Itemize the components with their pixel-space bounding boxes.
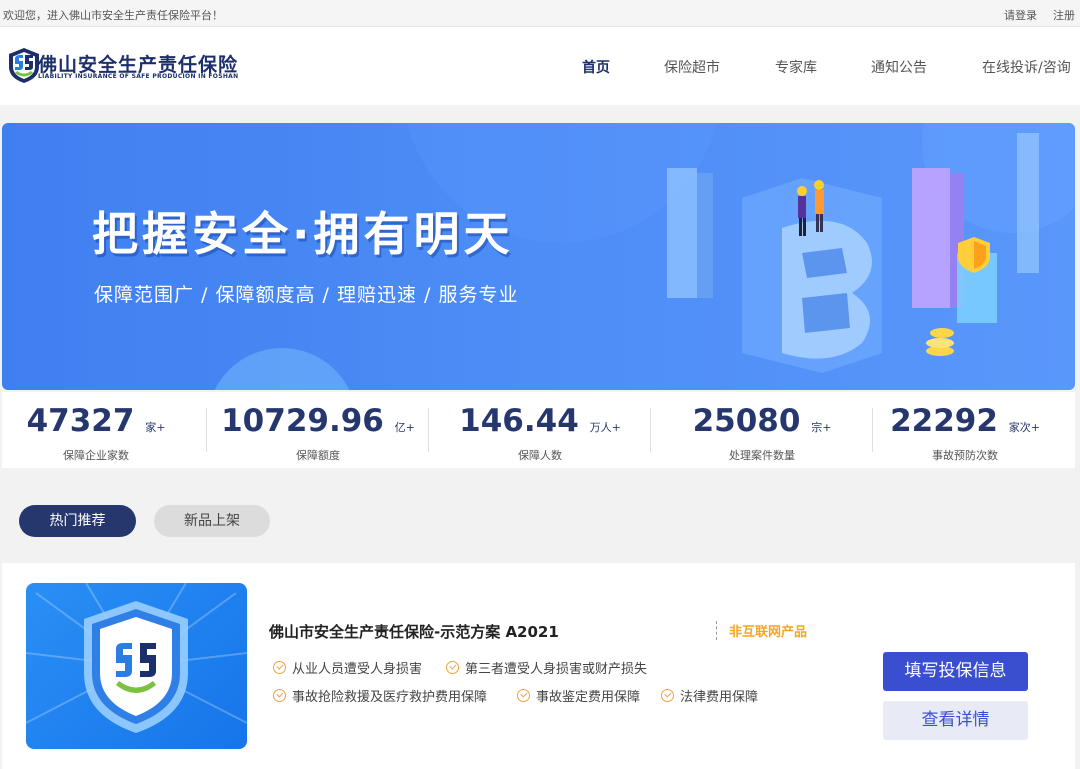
register-link[interactable]: 注册: [1053, 7, 1075, 23]
stat-unit: 万人+: [589, 421, 621, 434]
check-circle-icon: [661, 689, 674, 702]
stat-label: 处理案件数量: [729, 449, 795, 462]
stat-value: 10729.96: [221, 403, 384, 439]
tab-new-products[interactable]: 新品上架: [154, 505, 270, 537]
stat-divider: [206, 408, 207, 452]
nav-home[interactable]: 首页: [582, 57, 610, 77]
stat-unit: 亿+: [394, 421, 415, 434]
stat-unit: 家次+: [1008, 421, 1040, 434]
header: 佛山安全生产责任保险 LIABILITY INSURANCE OF SAFE P…: [0, 27, 1080, 105]
stat-label: 保障企业家数: [63, 449, 129, 462]
banner-subtitle: 保障范围广 / 保障额度高 / 理赔迅速 / 服务专业: [94, 284, 519, 306]
stat-divider: [428, 408, 429, 452]
stat-insured-people: 146.44 万人+ 保障人数: [430, 392, 650, 468]
nav-expert-library[interactable]: 专家库: [775, 57, 817, 77]
feature-item: 第三者遭受人身损害或财产损失: [446, 658, 647, 677]
feature-label: 法律费用保障: [680, 690, 759, 705]
shield-badge-icon: [26, 583, 247, 733]
product-type-tag: 非互联网产品: [716, 621, 807, 640]
check-circle-icon: [517, 689, 530, 702]
nav-insurance-market[interactable]: 保险超市: [664, 57, 720, 77]
welcome-text: 欢迎您，进入佛山市安全生产责任保险平台！: [3, 9, 223, 22]
stat-unit: 宗+: [811, 421, 832, 434]
product-image[interactable]: [26, 583, 247, 749]
nav-complaint-consult[interactable]: 在线投诉/咨询: [982, 57, 1071, 77]
stat-unit: 家+: [145, 421, 166, 434]
check-circle-icon: [273, 661, 286, 674]
stat-label: 事故预防次数: [932, 449, 998, 462]
stat-coverage-amount: 10729.96 亿+ 保障额度: [208, 392, 428, 468]
brand-name-english: LIABILITY INSURANCE OF SAFE PRODUCION IN…: [38, 73, 239, 80]
stat-value: 146.44: [459, 403, 579, 439]
feature-item: 事故鉴定费用保障: [517, 686, 640, 705]
top-bar: 欢迎您，进入佛山市安全生产责任保险平台！ 请登录 注册: [0, 0, 1080, 27]
stat-label: 保障额度: [296, 449, 340, 462]
feature-label: 事故抢险救援及医疗救护费用保障: [292, 690, 488, 705]
stat-value: 47327: [26, 403, 135, 439]
stat-cases-handled: 25080 宗+ 处理案件数量: [652, 392, 872, 468]
view-details-button[interactable]: 查看详情: [883, 701, 1028, 740]
tab-hot-recommend[interactable]: 热门推荐: [19, 505, 136, 537]
hero-banner[interactable]: 把握安全·拥有明天 保障范围广 / 保障额度高 / 理赔迅速 / 服务专业: [2, 123, 1075, 390]
check-circle-icon: [446, 661, 459, 674]
feature-item: 从业人员遭受人身损害: [273, 658, 422, 677]
product-card[interactable]: 佛山市安全生产责任保险-示范方案 A2021 非互联网产品 从业人员遭受人身损害…: [2, 563, 1075, 769]
feature-label: 事故鉴定费用保障: [536, 690, 641, 705]
check-circle-icon: [273, 689, 286, 702]
fill-insurance-info-button[interactable]: 填写投保信息: [883, 652, 1028, 691]
feature-item: 事故抢险救援及医疗救护费用保障: [273, 686, 487, 705]
stat-accident-prevention: 22292 家次+ 事故预防次数: [855, 392, 1075, 468]
feature-label: 第三者遭受人身损害或财产损失: [465, 662, 648, 677]
feature-item: 法律费用保障: [661, 686, 758, 705]
feature-label: 从业人员遭受人身损害: [292, 662, 423, 677]
login-link[interactable]: 请登录: [1004, 7, 1037, 23]
stat-label: 保障人数: [518, 449, 562, 462]
stat-value: 25080: [692, 403, 801, 439]
stat-divider: [650, 408, 651, 452]
banner-title: 把握安全·拥有明天: [92, 207, 514, 261]
stats-bar: 47327 家+ 保障企业家数 10729.96 亿+ 保障额度 146.44 …: [2, 392, 1075, 468]
stat-value: 22292: [890, 403, 998, 439]
product-title[interactable]: 佛山市安全生产责任保险-示范方案 A2021: [269, 621, 559, 642]
stat-enterprises: 47327 家+ 保障企业家数: [0, 392, 206, 468]
nav-notices[interactable]: 通知公告: [871, 57, 927, 77]
